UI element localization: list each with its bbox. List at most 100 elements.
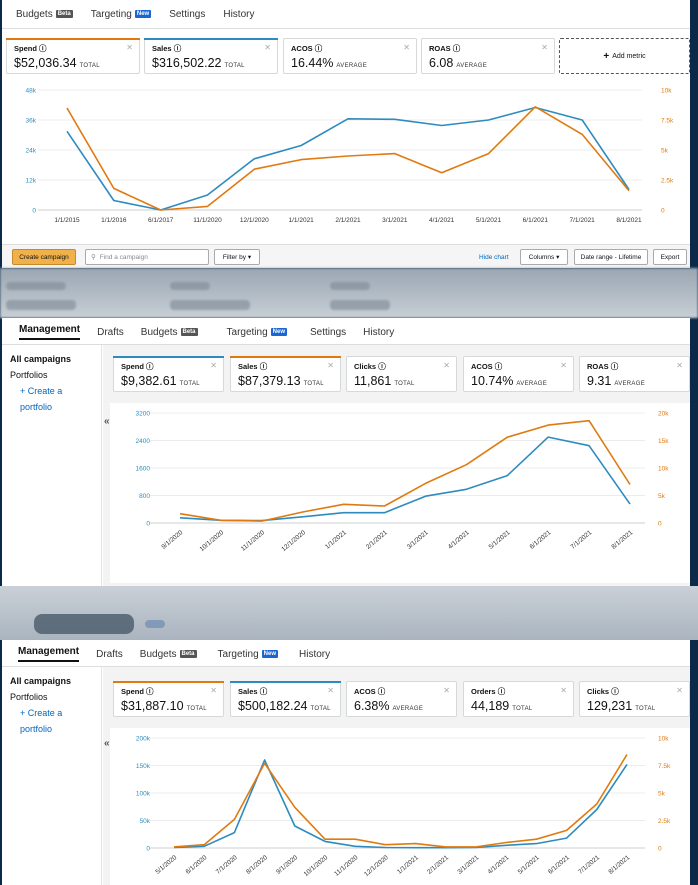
sidebar: All campaigns Portfolios + Create a port… <box>2 345 102 586</box>
sidebar-item-portfolios[interactable]: Portfolios <box>2 367 101 383</box>
close-icon[interactable]: ✕ <box>126 43 133 52</box>
campaign-search-input[interactable]: ⚲ Find a campaign <box>85 249 209 265</box>
metric-card-acos[interactable]: ACOS ⓘ ✕ 10.74% AVERAGE <box>463 356 574 392</box>
nav-management[interactable]: Management <box>19 324 81 340</box>
x-axis-tick-label: 1/1/2016 <box>101 217 127 224</box>
metric-title: Clicks ⓘ <box>354 362 386 371</box>
left-axis-tick-label: 0 <box>32 208 36 215</box>
nav-settings[interactable]: Settings <box>310 327 346 338</box>
metric-title: Spend ⓘ <box>121 362 154 371</box>
metric-card-acos[interactable]: ACOS ⓘ ✕ 16.44% AVERAGE <box>283 38 417 74</box>
right-axis-tick-label: 0 <box>661 208 665 215</box>
nav-history[interactable]: History <box>299 649 330 660</box>
close-icon[interactable]: ✕ <box>541 43 548 52</box>
metric-card-roas[interactable]: ROAS ⓘ ✕ 6.08 AVERAGE <box>421 38 555 74</box>
sidebar-item-all-campaigns[interactable]: All campaigns <box>2 351 101 367</box>
create-portfolio-link[interactable]: + Create a portfolio <box>2 383 101 415</box>
x-axis-tick-label: 1/1/2021 <box>324 529 348 551</box>
metric-card-spend[interactable]: Spend ⓘ ✕ $52,036.34 TOTAL <box>6 38 140 74</box>
date-range-button[interactable]: Date range - Lifetime <box>574 249 648 265</box>
right-axis-tick-label: 0 <box>658 846 662 853</box>
x-axis-tick-label: 9/1/2020 <box>160 529 184 551</box>
metric-title: ACOS ⓘ <box>291 44 323 53</box>
close-icon[interactable]: ✕ <box>327 686 334 695</box>
close-icon[interactable]: ✕ <box>443 361 450 370</box>
metric-card-acos[interactable]: ACOS ⓘ ✕ 6.38% AVERAGE <box>346 681 457 717</box>
nav-history[interactable]: History <box>223 9 254 20</box>
campaign-panel-2: Management Drafts Budgets Beta Targeting N… <box>2 318 690 586</box>
metric-card-spend[interactable]: Spend ⓘ ✕ $31,887.10 TOTAL <box>113 681 224 717</box>
metric-color-bar <box>144 38 278 40</box>
close-icon[interactable]: ✕ <box>264 43 271 52</box>
metric-card-roas[interactable]: ROAS ⓘ ✕ 9.31 AVERAGE <box>579 356 690 392</box>
nav-budgets[interactable]: Budgets Beta <box>16 9 73 20</box>
left-axis-tick-label: 24k <box>26 148 37 155</box>
metric-card-clicks[interactable]: Clicks ⓘ ✕ 129,231 TOTAL <box>579 681 690 717</box>
left-axis-tick-label: 1600 <box>136 466 151 473</box>
collapse-icon[interactable]: « <box>104 738 110 749</box>
nav-budgets[interactable]: Budgets Beta <box>140 649 197 660</box>
close-icon[interactable]: ✕ <box>403 43 410 52</box>
metric-value: $31,887.10 TOTAL <box>121 699 207 713</box>
x-axis-tick-label: 1/1/2015 <box>54 217 80 224</box>
nav-drafts[interactable]: Drafts <box>97 327 124 338</box>
hide-chart-link[interactable]: Hide chart <box>479 254 509 261</box>
close-icon[interactable]: ✕ <box>560 686 567 695</box>
x-axis-tick-label: 10/1/2020 <box>199 529 226 553</box>
x-axis-tick-label: 3/1/2021 <box>456 854 480 876</box>
nav-budgets[interactable]: Budgets Beta <box>141 327 198 338</box>
x-axis-tick-label: 5/1/2021 <box>488 529 512 551</box>
metric-value: 11,861 TOTAL <box>354 374 415 388</box>
x-axis-tick-label: 8/1/2021 <box>607 854 631 876</box>
create-portfolio-link[interactable]: + Create a portfolio <box>2 705 101 737</box>
close-icon[interactable]: ✕ <box>676 361 683 370</box>
create-campaign-button[interactable]: Create campaign <box>12 249 76 265</box>
nav-drafts[interactable]: Drafts <box>96 649 123 660</box>
metric-card-sales[interactable]: Sales ⓘ ✕ $500,182.24 TOTAL <box>230 681 341 717</box>
nav-history[interactable]: History <box>363 327 394 338</box>
close-icon[interactable]: ✕ <box>560 361 567 370</box>
metric-color-bar <box>113 681 224 683</box>
close-icon[interactable]: ✕ <box>443 686 450 695</box>
filter-by-dropdown[interactable]: Filter by ▾ <box>214 249 260 265</box>
nav-targeting[interactable]: Targeting New <box>227 327 287 338</box>
x-axis-tick-label: 6/1/2017 <box>148 217 174 224</box>
collapse-icon[interactable]: « <box>104 416 110 427</box>
metric-title: Sales ⓘ <box>238 362 268 371</box>
right-axis-tick-label: 2.5k <box>661 178 674 185</box>
x-axis-tick-label: 12/1/2020 <box>280 529 307 553</box>
sidebar-item-portfolios[interactable]: Portfolios <box>2 689 101 705</box>
right-axis-tick-label: 10k <box>658 736 669 743</box>
metric-value: 16.44% AVERAGE <box>291 56 368 70</box>
metric-card-clicks[interactable]: Clicks ⓘ ✕ 11,861 TOTAL <box>346 356 457 392</box>
close-icon[interactable]: ✕ <box>210 686 217 695</box>
right-axis-tick-label: 7.5k <box>661 118 674 125</box>
metric-card-orders[interactable]: Orders ⓘ ✕ 44,189 TOTAL <box>463 681 574 717</box>
close-icon[interactable]: ✕ <box>327 361 334 370</box>
columns-dropdown[interactable]: Columns ▾ <box>520 249 568 265</box>
x-axis-tick-label: 12/1/2020 <box>363 854 390 878</box>
nav-settings[interactable]: Settings <box>169 9 205 20</box>
metric-value: 9.31 AVERAGE <box>587 374 646 388</box>
campaign-panel-1: Budgets Beta Targeting New Settings Histor… <box>2 0 690 268</box>
sidebar-item-all-campaigns[interactable]: All campaigns <box>2 673 101 689</box>
info-icon: ⓘ <box>146 362 154 371</box>
nav-management[interactable]: Management <box>18 646 80 662</box>
series-line-orange <box>66 105 630 211</box>
metric-card-sales[interactable]: Sales ⓘ ✕ $87,379.13 TOTAL <box>230 356 341 392</box>
x-axis-tick-label: 5/1/2021 <box>476 217 502 224</box>
export-button[interactable]: Export <box>653 249 687 265</box>
metric-card-sales[interactable]: Sales ⓘ ✕ $316,502.22 TOTAL <box>144 38 278 74</box>
nav-targeting[interactable]: Targeting New <box>91 9 152 20</box>
nav-targeting[interactable]: Targeting New <box>218 649 278 660</box>
x-axis-tick-label: 11/1/2020 <box>333 854 360 878</box>
close-icon[interactable]: ✕ <box>210 361 217 370</box>
info-icon: ⓘ <box>497 687 506 696</box>
close-icon[interactable]: ✕ <box>676 686 683 695</box>
performance-chart-3: 0 0 50k 2.5k 100k 5k 150k 7.5k 200k 10k 5/1/2020 6/… <box>110 728 690 885</box>
metric-card-spend[interactable]: Spend ⓘ ✕ $9,382.61 TOTAL <box>113 356 224 392</box>
add-metric-button[interactable]: + Add metric <box>559 38 690 74</box>
x-axis-tick-label: 6/1/2021 <box>523 217 549 224</box>
nav-bar: Management Drafts Budgets Beta Targeting N… <box>18 640 330 668</box>
metric-title: Spend ⓘ <box>121 687 154 696</box>
